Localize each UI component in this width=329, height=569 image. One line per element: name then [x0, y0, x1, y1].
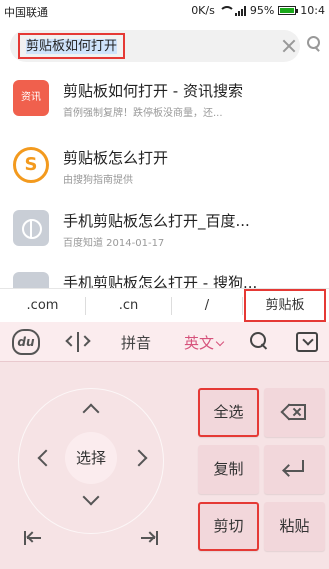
cursor-nav-pad: 选择 — [10, 370, 185, 560]
sogou-icon-letter: S — [24, 154, 38, 175]
result-subtitle: 百度知道 2014-01-17 — [63, 238, 165, 249]
divider — [242, 297, 243, 315]
select-button[interactable]: 选择 — [65, 432, 117, 484]
screen: 中国联通 0K/s 95% 10:4 剪贴板如何打开 资讯 剪贴板如何打开 - … — [0, 0, 329, 569]
result-title: 手机剪贴板怎么打开_百度... — [63, 212, 250, 230]
result-item[interactable]: 手机剪贴板怎么打开 - 搜狗... — [0, 266, 329, 288]
wifi-icon — [218, 5, 235, 16]
quick-dotcn[interactable]: .cn — [86, 289, 171, 322]
search-query[interactable]: 剪贴板如何打开 — [18, 33, 126, 59]
signal-icon — [234, 5, 246, 16]
keyboard-toolbar: du 拼音 英文 — [0, 322, 329, 362]
baidu-logo-icon[interactable]: du — [12, 329, 40, 355]
news-icon: 资讯 — [13, 80, 49, 116]
battery-icon — [278, 6, 299, 15]
app-icon — [13, 272, 49, 288]
sogou-icon: S — [13, 147, 49, 183]
chevron-down-icon — [215, 337, 225, 347]
quick-slash[interactable]: / — [172, 289, 242, 322]
backspace-icon — [280, 403, 306, 421]
carrier-label: 中国联通 — [4, 6, 48, 19]
enter-icon — [282, 460, 306, 478]
result-title: 手机剪贴板怎么打开 - 搜狗... — [63, 274, 258, 288]
english-mode[interactable]: 英文 — [184, 332, 225, 353]
keyboard-search-icon[interactable] — [250, 332, 268, 350]
paste-button[interactable]: 粘贴 — [264, 502, 325, 551]
clipboard-button[interactable]: 剪贴板 — [244, 289, 326, 322]
keyboard: du 拼音 英文 选择 全选 复制 剪切 粘贴 — [0, 322, 329, 569]
clear-icon[interactable] — [282, 39, 296, 53]
status-right: 0K/s 95% 10:4 — [191, 4, 325, 17]
search-query-text: 剪贴板如何打开 — [26, 39, 118, 54]
result-item[interactable]: 手机剪贴板怎么打开_百度... 百度知道 2014-01-17 — [0, 200, 329, 258]
copy-button[interactable]: 复制 — [198, 445, 259, 494]
clock: 10:4 — [300, 4, 325, 17]
status-bar: 中国联通 0K/s 95% 10:4 — [0, 0, 329, 22]
result-title: 剪贴板怎么打开 — [63, 149, 169, 167]
english-mode-label: 英文 — [184, 334, 215, 352]
search-input[interactable]: 剪贴板如何打开 — [10, 30, 300, 62]
select-all-button[interactable]: 全选 — [198, 388, 259, 437]
result-subtitle: 首例强制复牌！跌停板没商量，还... — [63, 108, 223, 119]
quick-input-bar: .com .cn / 剪贴板 — [0, 288, 329, 322]
search-icon[interactable] — [307, 36, 321, 50]
result-item[interactable]: 资讯 剪贴板如何打开 - 资讯搜索 首例强制复牌！跌停板没商量，还... — [0, 70, 329, 128]
search-bar: 剪贴板如何打开 — [0, 22, 329, 70]
result-subtitle: 由搜狗指南提供 — [63, 175, 133, 186]
battery-percent: 95% — [249, 4, 275, 17]
globe-icon — [13, 210, 49, 246]
result-title: 剪贴板如何打开 - 资讯搜索 — [63, 82, 243, 100]
net-speed: 0K/s — [191, 4, 215, 17]
result-item[interactable]: S 剪贴板怎么打开 由搜狗指南提供 — [0, 137, 329, 195]
enter-button[interactable] — [264, 445, 325, 494]
pinyin-mode[interactable]: 拼音 — [121, 332, 151, 353]
cursor-move-icon[interactable] — [65, 330, 91, 354]
cut-button[interactable]: 剪切 — [198, 502, 259, 551]
quick-dotcom[interactable]: .com — [0, 289, 85, 322]
jump-end-icon[interactable] — [138, 530, 158, 546]
collapse-keyboard-icon[interactable] — [296, 332, 318, 352]
delete-button[interactable] — [264, 388, 325, 437]
jump-start-icon[interactable] — [24, 530, 44, 546]
